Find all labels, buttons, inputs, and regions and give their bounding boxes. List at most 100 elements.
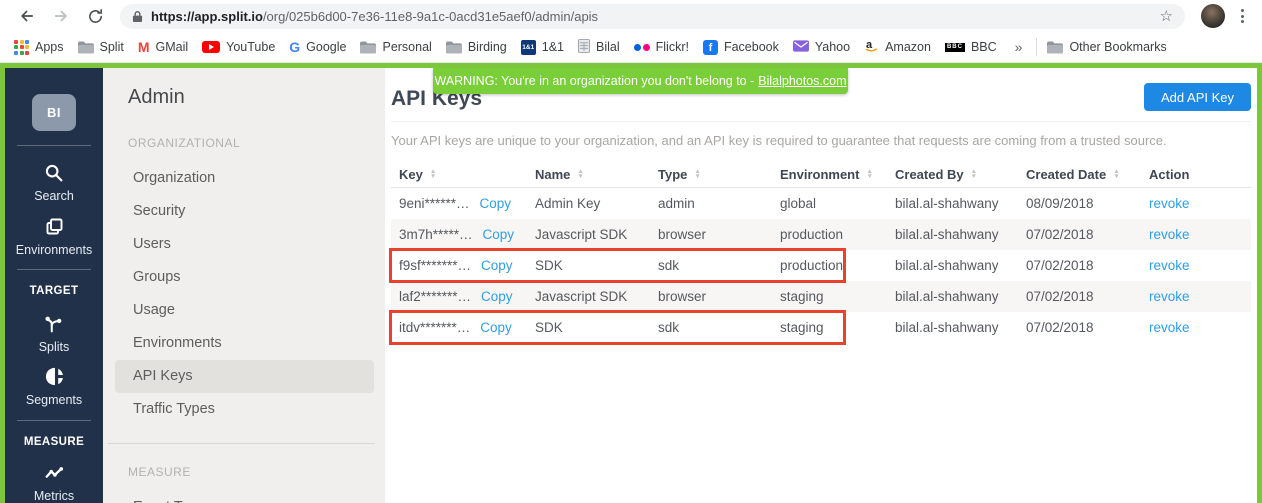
warning-org-link[interactable]: Bilalphotos.com: [758, 74, 846, 88]
bookmark-label: Flickr!: [656, 40, 689, 54]
bookmark-label: Yahoo: [815, 40, 850, 54]
revoke-link[interactable]: revoke: [1149, 320, 1190, 335]
browser-profile-avatar[interactable]: [1201, 4, 1225, 28]
admin-item-organization[interactable]: Organization: [115, 162, 374, 195]
reload-icon[interactable]: [85, 6, 105, 26]
admin-item-users[interactable]: Users: [115, 228, 374, 261]
sort-icon[interactable]: ▲▼: [971, 169, 977, 180]
add-api-key-button[interactable]: Add API Key: [1144, 83, 1251, 111]
gmail-icon: M: [138, 39, 150, 55]
sidebar-item-environments[interactable]: Environments: [16, 216, 92, 257]
sidebar-item-label: Environments: [16, 243, 92, 257]
key-name: Javascript SDK: [535, 289, 658, 304]
copy-link[interactable]: Copy: [480, 320, 512, 335]
address-bar[interactable]: https://app.split.io /org/025b6d00-7e36-…: [120, 4, 1185, 29]
sort-icon[interactable]: ▲▼: [866, 169, 872, 180]
admin-item-groups[interactable]: Groups: [115, 261, 374, 294]
bookmark-amazon[interactable]: a Amazon: [860, 38, 941, 56]
bookmark-1and1[interactable]: 1&1 1&1: [517, 40, 574, 55]
table-row: 9eni******…Copy Admin Key admin global b…: [391, 188, 1251, 219]
copy-link[interactable]: Copy: [483, 227, 515, 242]
bookmark-apps[interactable]: Apps: [10, 40, 74, 55]
admin-item-usage[interactable]: Usage: [115, 294, 374, 327]
yahoo-mail-icon: [793, 40, 809, 55]
forward-icon[interactable]: [51, 6, 71, 26]
sort-icon[interactable]: ▲▼: [430, 169, 436, 180]
table-row: f9sf*******…Copy SDK sdk production bila…: [391, 250, 1251, 281]
key-type: browser: [658, 227, 780, 242]
admin-item-security[interactable]: Security: [115, 195, 374, 228]
bookmark-star-icon[interactable]: ☆: [1160, 7, 1173, 25]
sidebar-item-splits[interactable]: Splits: [39, 313, 70, 354]
bookmark-youtube[interactable]: YouTube: [198, 40, 285, 54]
bookmark-yahoo[interactable]: Yahoo: [789, 40, 860, 55]
admin-item-traffic-types[interactable]: Traffic Types: [115, 393, 374, 426]
flickr-icon: [634, 44, 650, 51]
bookmark-bilal[interactable]: Bilal: [574, 39, 630, 56]
admin-title: Admin: [128, 86, 385, 109]
bookmark-personal[interactable]: Personal: [356, 40, 441, 54]
bookmark-bbc[interactable]: BBC BBC: [941, 40, 1007, 54]
key-created-by: bilal.al-shahwany: [895, 289, 1026, 304]
bookmark-facebook[interactable]: f Facebook: [699, 40, 789, 55]
key-environment: production: [780, 258, 895, 273]
admin-item-environments[interactable]: Environments: [115, 327, 374, 360]
admin-menu: Organization Security Users Groups Usage…: [128, 162, 385, 426]
browser-menu-icon[interactable]: [1233, 9, 1252, 23]
facebook-icon: f: [703, 40, 718, 55]
sidebar-item-segments[interactable]: Segments: [26, 366, 82, 407]
copy-link[interactable]: Copy: [480, 196, 512, 211]
sidebar-item-label: Metrics: [34, 489, 74, 503]
sidebar-divider: [17, 145, 91, 146]
bookmark-birding[interactable]: Birding: [442, 40, 517, 54]
revoke-link[interactable]: revoke: [1149, 227, 1190, 242]
bookmark-gmail[interactable]: M GMail: [134, 39, 198, 55]
folder-icon: [78, 41, 94, 54]
admin-item-api-keys[interactable]: API Keys: [115, 360, 374, 393]
admin-nav: Admin ORGANIZATIONAL Organization Securi…: [103, 68, 385, 503]
bookmarks-divider: [1036, 38, 1037, 56]
sort-icon[interactable]: ▲▼: [1113, 169, 1119, 180]
key-created-date: 07/02/2018: [1026, 227, 1149, 242]
sort-icon[interactable]: ▲▼: [577, 169, 583, 180]
bookmark-google[interactable]: G Google: [285, 39, 356, 55]
bookmark-label: Bilal: [596, 40, 620, 54]
key-type: sdk: [658, 320, 780, 335]
bookmark-flickr[interactable]: Flickr!: [630, 40, 699, 54]
url-domain: https://app.split.io: [151, 9, 263, 24]
sidebar-item-search[interactable]: Search: [34, 162, 74, 203]
revoke-link[interactable]: revoke: [1149, 258, 1190, 273]
sort-icon[interactable]: ▲▼: [694, 169, 700, 180]
key-type: sdk: [658, 258, 780, 273]
bookmark-label: Amazon: [885, 40, 931, 54]
copy-link[interactable]: Copy: [481, 258, 513, 273]
admin-measure-menu: Event Types: [128, 491, 385, 503]
column-key: Key▲▼: [399, 167, 535, 182]
1and1-icon: 1&1: [521, 40, 536, 55]
bookmarks-overflow-chevron[interactable]: »: [1007, 39, 1031, 55]
measure-header: MEASURE: [128, 465, 385, 479]
back-icon[interactable]: [17, 6, 37, 26]
youtube-icon: [202, 41, 220, 53]
key-created-date: 07/02/2018: [1026, 258, 1149, 273]
api-key-value: 9eni******…: [399, 196, 470, 211]
other-bookmarks[interactable]: Other Bookmarks: [1043, 40, 1176, 54]
bbc-icon: BBC: [945, 43, 965, 52]
main-sidebar: BI Search Environments TARGET Splits: [5, 68, 103, 503]
warning-banner: WARNING: You're in an organization you d…: [433, 68, 848, 94]
key-name: SDK: [535, 258, 658, 273]
sidebar-item-label: Splits: [39, 340, 70, 354]
key-environment: staging: [780, 320, 895, 335]
folder-icon: [446, 41, 462, 54]
revoke-link[interactable]: revoke: [1149, 196, 1190, 211]
segments-icon: [44, 366, 65, 390]
bookmark-label: Birding: [468, 40, 507, 54]
bookmark-split[interactable]: Split: [74, 40, 134, 54]
sidebar-item-metrics[interactable]: Metrics: [34, 463, 74, 503]
copy-link[interactable]: Copy: [481, 289, 513, 304]
revoke-link[interactable]: revoke: [1149, 289, 1190, 304]
org-avatar[interactable]: BI: [32, 94, 76, 131]
admin-item-event-types[interactable]: Event Types: [115, 491, 374, 503]
sidebar-section-target: TARGET: [30, 285, 79, 297]
key-created-by: bilal.al-shahwany: [895, 196, 1026, 211]
